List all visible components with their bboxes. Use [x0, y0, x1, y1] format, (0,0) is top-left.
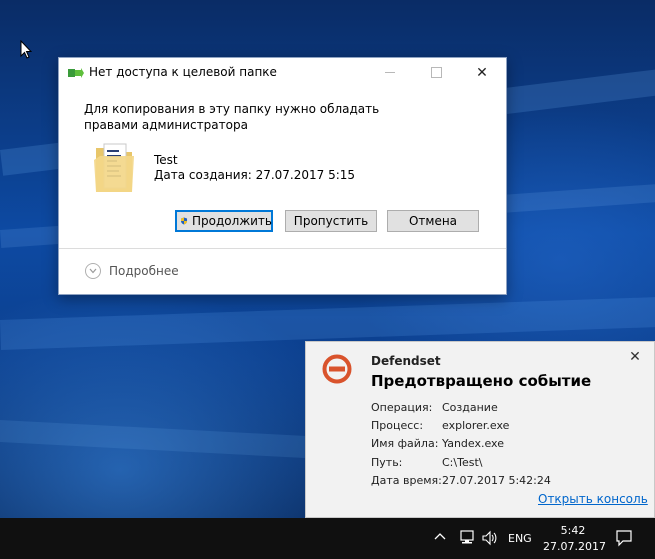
row-value: Создание — [442, 401, 498, 414]
row-value: C:\Test\ — [442, 456, 483, 469]
network-icon[interactable] — [458, 530, 476, 546]
notification-row-path: Путь: C:\Test\ — [371, 456, 482, 469]
notification-row-filename: Имя файла: Yandex.exe — [371, 437, 504, 450]
continue-button[interactable]: Продолжить — [175, 210, 273, 232]
cancel-button[interactable]: Отмена — [387, 210, 479, 232]
uac-shield-icon — [181, 217, 188, 225]
action-center-icon[interactable] — [615, 529, 633, 547]
dialog-message: Для копирования в эту папку нужно облада… — [84, 102, 380, 132]
row-value: explorer.exe — [442, 419, 510, 432]
cancel-button-label: Отмена — [408, 214, 458, 228]
prohibited-icon — [322, 354, 352, 384]
chevron-down-icon[interactable] — [85, 263, 101, 279]
notification-title: Предотвращено событие — [371, 372, 592, 390]
language-indicator[interactable]: ENG — [508, 532, 532, 545]
more-details-row: Подробнее — [59, 248, 506, 295]
mouse-cursor-icon — [20, 40, 32, 59]
row-value: Yandex.exe — [442, 437, 504, 450]
file-name: Test — [154, 153, 178, 167]
maximize-button[interactable] — [413, 58, 459, 87]
row-key: Операция: — [371, 401, 433, 414]
row-key: Дата время: — [371, 474, 442, 487]
taskbar: ENG 5:42 27.07.2017 — [0, 518, 655, 559]
defendset-notification: Defendset Предотвращено событие ✕ Операц… — [305, 341, 655, 518]
skip-button[interactable]: Пропустить — [285, 210, 377, 232]
more-details-toggle[interactable]: Подробнее — [109, 264, 179, 278]
row-key: Имя файла: — [371, 437, 439, 450]
access-denied-dialog: Нет доступа к целевой папке ✕ Для копиро… — [58, 57, 507, 295]
continue-button-label: Продолжить — [192, 214, 272, 228]
notification-row-datetime: Дата время:27.07.2017 5:42:24 — [371, 474, 551, 487]
folder-icon — [94, 143, 134, 192]
minimize-icon — [385, 72, 395, 73]
copy-arrow-icon — [68, 68, 84, 78]
desktop-background: Нет доступа к целевой папке ✕ Для копиро… — [0, 0, 655, 518]
open-console-link[interactable]: Открыть консоль — [538, 492, 648, 506]
clock-time[interactable]: 5:42 — [548, 524, 598, 537]
row-value: 27.07.2017 5:42:24 — [442, 474, 551, 487]
minimize-button[interactable] — [367, 58, 413, 87]
volume-icon[interactable] — [481, 530, 499, 546]
notification-row-process: Процесс: explorer.exe — [371, 419, 509, 432]
clock-date[interactable]: 27.07.2017 — [543, 540, 606, 553]
dialog-title: Нет доступа к целевой папке — [89, 65, 277, 79]
chevron-up-icon[interactable] — [433, 530, 447, 544]
skip-button-label: Пропустить — [293, 214, 369, 228]
notification-app-name: Defendset — [371, 354, 441, 368]
notification-row-operation: Операция: Создание — [371, 401, 498, 414]
notification-close-icon[interactable]: ✕ — [628, 350, 642, 364]
row-key: Процесс: — [371, 419, 424, 432]
row-key: Путь: — [371, 456, 403, 469]
file-created-date: Дата создания: 27.07.2017 5:15 — [154, 168, 356, 182]
dialog-titlebar[interactable]: Нет доступа к целевой папке ✕ — [59, 58, 506, 87]
close-icon: ✕ — [476, 64, 488, 81]
close-button[interactable]: ✕ — [459, 58, 505, 87]
maximize-icon — [430, 67, 442, 78]
